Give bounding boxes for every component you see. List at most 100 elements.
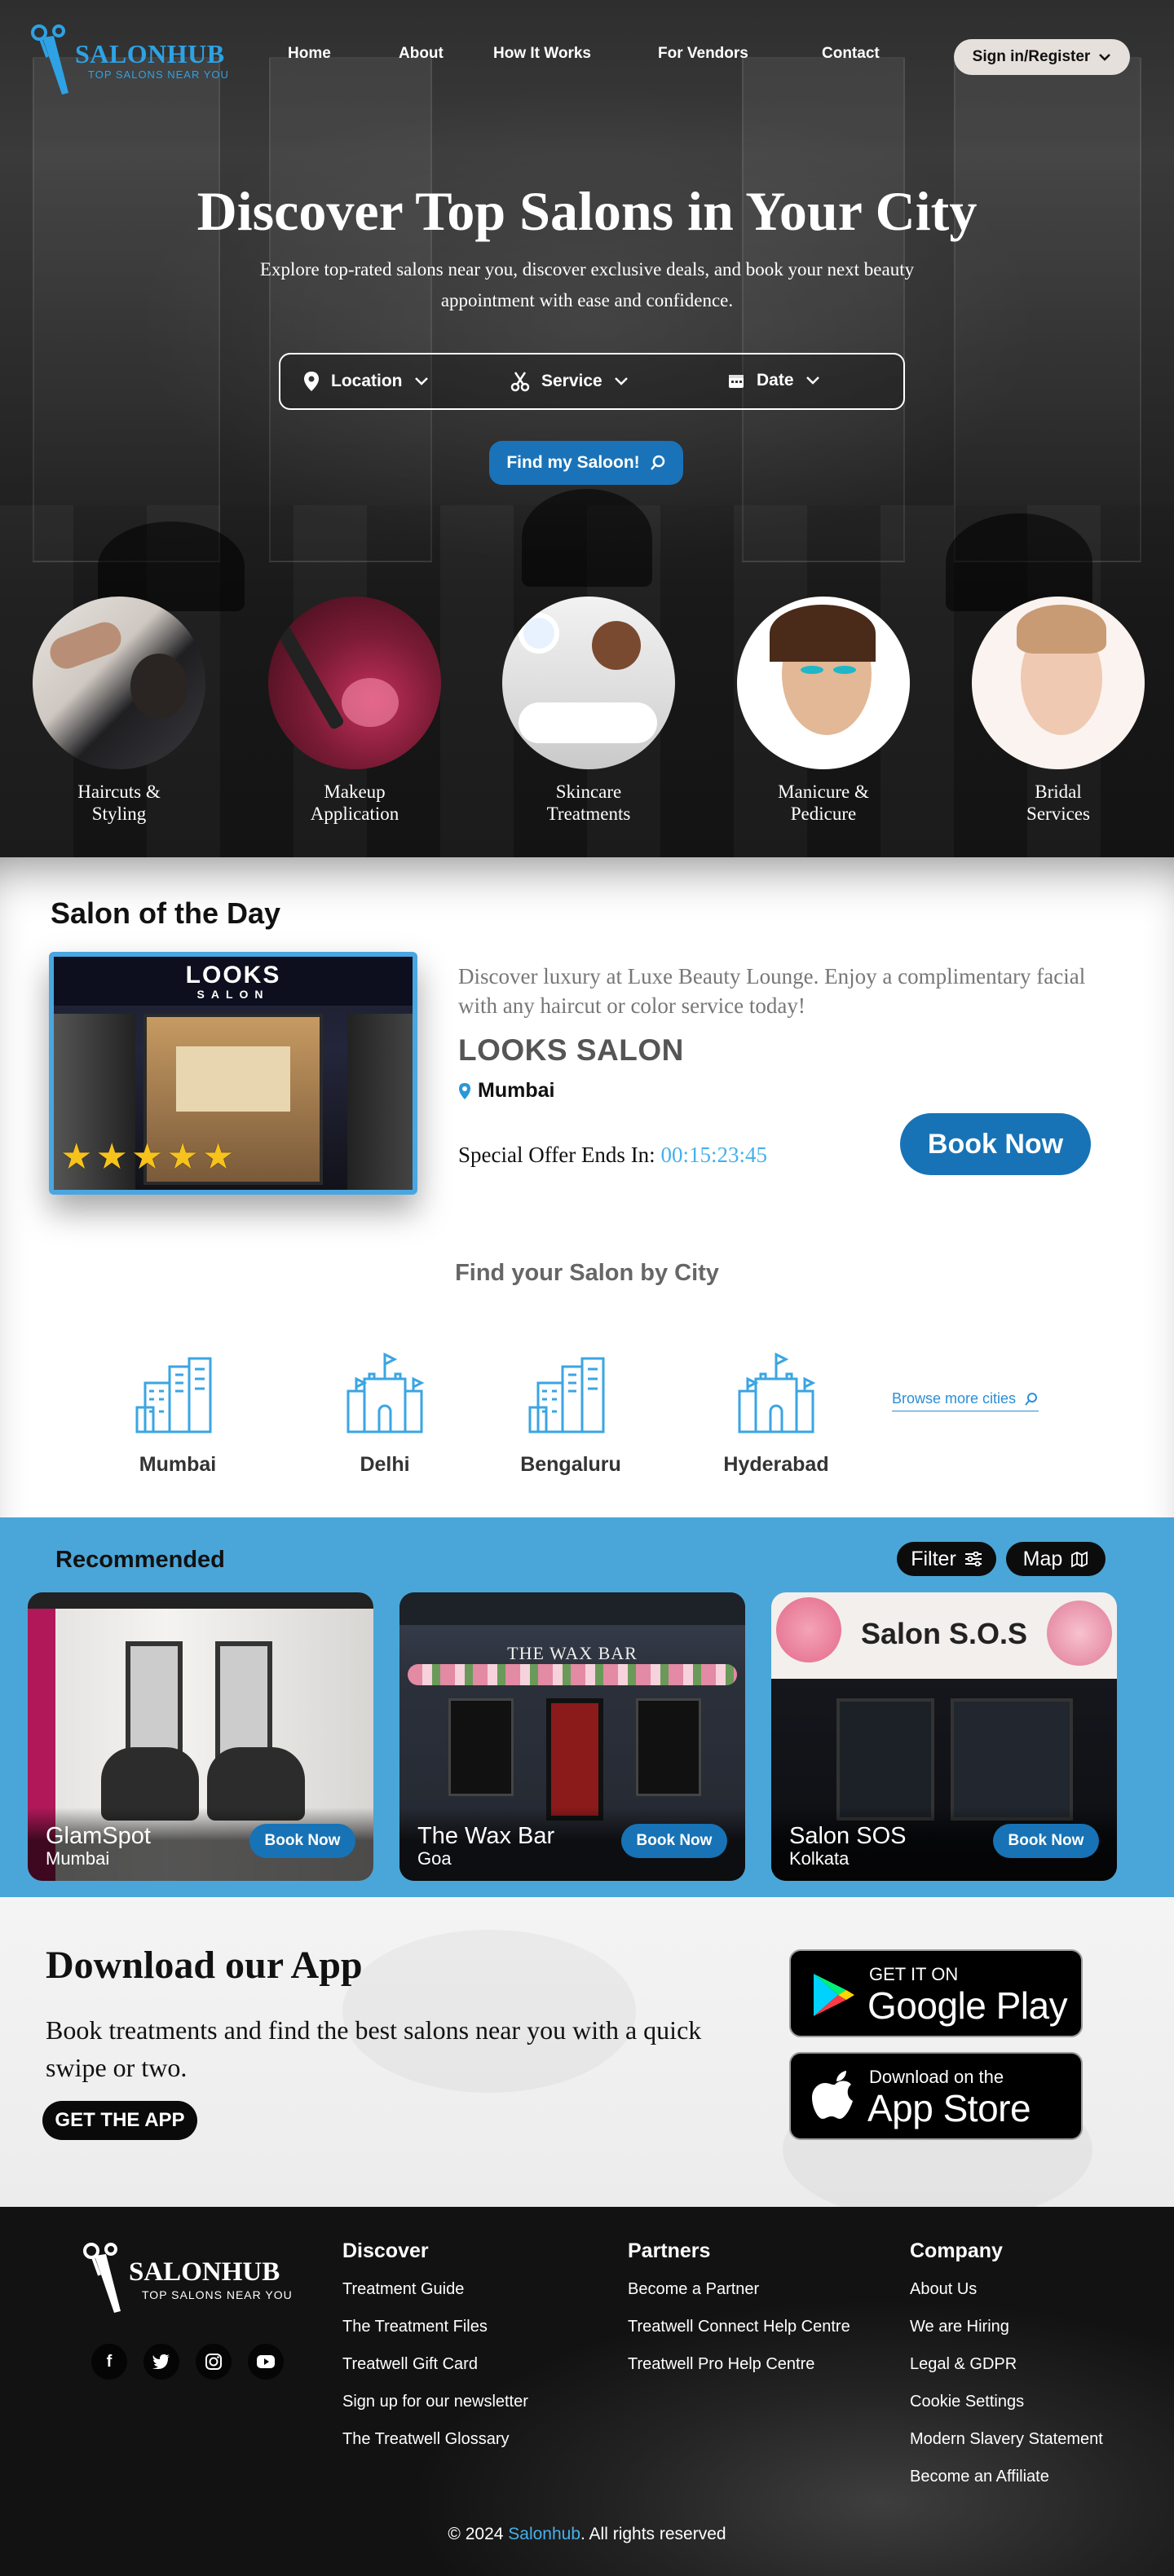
get-the-app-button[interactable]: GET THE APP: [42, 2101, 197, 2140]
nav-link-how-it-works[interactable]: How It Works: [493, 45, 591, 63]
city-buildings-icon: [135, 1357, 212, 1433]
category-label: Makeup Application: [310, 782, 399, 824]
footer-link[interactable]: Cookie Settings: [910, 2390, 1103, 2428]
category-label: Bridal Services: [1026, 782, 1090, 824]
search-icon: [650, 455, 664, 470]
section-title: Salon of the Day: [51, 896, 281, 930]
book-now-button[interactable]: Book Now: [900, 1113, 1091, 1175]
youtube-icon[interactable]: [248, 2344, 284, 2380]
footer-column-heading: Company: [910, 2239, 1003, 2262]
salon-card[interactable]: Salon S.O.S Salon SOS Kolkata Book Now: [771, 1592, 1117, 1881]
nav-link-about[interactable]: About: [399, 45, 444, 63]
search-bar: Location Service Date: [279, 353, 905, 410]
google-play-badge[interactable]: GET IT ON Google Play: [789, 1949, 1083, 2037]
footer-brand-logo[interactable]: SALONHUB TOP SALONS NEAR YOU: [82, 2243, 310, 2321]
footer-link[interactable]: Treatwell Connect Help Centre: [628, 2315, 850, 2353]
book-now-button[interactable]: Book Now: [993, 1824, 1099, 1858]
location-dropdown[interactable]: Location: [303, 371, 429, 392]
city-mumbai[interactable]: Mumbai: [96, 1346, 259, 1477]
filter-button[interactable]: Filter: [897, 1542, 996, 1576]
find-salon-button[interactable]: Find my Saloon!: [489, 441, 683, 485]
city-name: Mumbai: [139, 1453, 217, 1476]
copyright-brand-link[interactable]: Salonhub: [508, 2525, 580, 2543]
brand-logo[interactable]: SALONHUB TOP SALONS NEAR YOU: [29, 24, 241, 99]
footer-link[interactable]: Modern Slavery Statement: [910, 2428, 1103, 2465]
facebook-icon[interactable]: f: [91, 2344, 127, 2380]
city-bengaluru[interactable]: Bengaluru: [489, 1346, 652, 1477]
salon-sign-sub: SALON: [196, 988, 270, 1001]
date-label: Date: [757, 371, 794, 390]
category-skincare-treatments[interactable]: Skincare Treatments: [499, 597, 678, 825]
scissors-logo-icon: [31, 24, 68, 95]
copyright-suffix: . All rights reserved: [580, 2525, 726, 2543]
footer-link[interactable]: About Us: [910, 2278, 1103, 2315]
book-now-button[interactable]: Book Now: [621, 1824, 727, 1858]
nav-link-contact[interactable]: Contact: [822, 45, 880, 63]
footer-link[interactable]: The Treatwell Glossary: [342, 2428, 528, 2465]
category-makeup-application[interactable]: Makeup Application: [265, 597, 444, 825]
footer-link[interactable]: Legal & GDPR: [910, 2353, 1103, 2390]
footer-link[interactable]: We are Hiring: [910, 2315, 1103, 2353]
brand-name: SALONHUB: [75, 39, 225, 68]
hero-title: Discover Top Salons in Your City: [196, 180, 978, 242]
category-manicure-pedicure[interactable]: Manicure & Pedicure: [734, 597, 913, 825]
salon-card-city: Kolkata: [789, 1848, 850, 1869]
service-dropdown[interactable]: Service: [510, 371, 629, 392]
salon-sign: THE WAX BAR: [507, 1643, 638, 1663]
special-offer: Special Offer Ends In: 00:15:23:45: [458, 1143, 767, 1168]
browse-more-cities-link[interactable]: Browse more cities: [892, 1390, 1039, 1411]
top-navigation: SALONHUB TOP SALONS NEAR YOU Home About …: [0, 0, 1174, 114]
chevron-down-icon: [414, 377, 428, 385]
footer-link[interactable]: The Treatment Files: [342, 2315, 528, 2353]
star-icon: ★: [166, 1137, 199, 1177]
instagram-icon[interactable]: [196, 2344, 232, 2380]
app-title: Download our App: [46, 1944, 363, 1987]
filter-label: Filter: [911, 1547, 956, 1570]
category-image: [33, 597, 205, 769]
salon-photo[interactable]: LOOKS SALON ★ ★ ★ ★ ★: [49, 952, 417, 1195]
hero-section: SALONHUB TOP SALONS NEAR YOU Home About …: [0, 0, 1174, 857]
copyright-notice: © 2024 Salonhub. All rights reserved: [0, 2525, 1174, 2544]
city-name: Bengaluru: [520, 1453, 621, 1476]
footer-link[interactable]: Sign up for our newsletter: [342, 2390, 528, 2428]
service-label: Service: [541, 372, 602, 390]
footer-link[interactable]: Treatwell Pro Help Centre: [628, 2353, 850, 2390]
city-delhi[interactable]: Delhi: [303, 1346, 466, 1477]
city-hyderabad[interactable]: Hyderabad: [695, 1346, 858, 1477]
category-bridal-services[interactable]: Bridal Services: [969, 597, 1148, 825]
chevron-down-icon: [614, 377, 628, 385]
star-icon: ★: [95, 1137, 128, 1177]
location-pin-icon: [459, 1082, 470, 1099]
footer-link[interactable]: Treatwell Gift Card: [342, 2353, 528, 2390]
recommended-section: Recommended Filter Map GlamSpot Mumbai B…: [0, 1517, 1174, 1897]
scissors-logo-icon: [83, 2243, 121, 2313]
signin-register-button[interactable]: Sign in/Register: [954, 39, 1130, 75]
background-mirror: [954, 57, 1141, 562]
category-image: [268, 597, 441, 769]
category-haircuts-styling[interactable]: Haircuts & Styling: [29, 597, 209, 825]
salon-card[interactable]: GlamSpot Mumbai Book Now: [28, 1592, 373, 1881]
map-button[interactable]: Map: [1006, 1542, 1106, 1576]
salon-card-city: Mumbai: [46, 1848, 110, 1869]
footer-link[interactable]: Become a Partner: [628, 2278, 850, 2315]
nav-link-for-vendors[interactable]: For Vendors: [658, 45, 748, 63]
book-now-button[interactable]: Book Now: [249, 1824, 355, 1858]
star-icon: ★: [130, 1137, 164, 1177]
hero-subtitle: Explore top-rated salons near you, disco…: [259, 259, 915, 310]
find-by-city-title: Find your Salon by City: [455, 1260, 719, 1286]
background-mirror: [33, 57, 220, 562]
nav-link-home[interactable]: Home: [288, 45, 331, 63]
category-label: Haircuts & Styling: [77, 782, 161, 824]
category-label: Manicure & Pedicure: [778, 782, 869, 824]
app-store-badge[interactable]: Download on the App Store: [789, 2052, 1083, 2140]
footer-column-company: Company About Us We are Hiring Legal & G…: [910, 2239, 1103, 2503]
app-subtitle: Book treatments and find the best salons…: [46, 2015, 702, 2082]
footer-link[interactable]: Treatment Guide: [342, 2278, 528, 2315]
salon-card[interactable]: THE WAX BAR The Wax Bar Goa Book Now: [399, 1592, 745, 1881]
salon-card-name: GlamSpot: [46, 1823, 151, 1849]
date-dropdown[interactable]: Date: [727, 371, 820, 390]
salon-card-name: Salon SOS: [789, 1823, 907, 1849]
salon-promo-text: Discover luxury at Luxe Beauty Lounge. E…: [458, 964, 1086, 1018]
footer-link[interactable]: Become an Affiliate: [910, 2465, 1103, 2503]
twitter-icon[interactable]: [143, 2344, 179, 2380]
